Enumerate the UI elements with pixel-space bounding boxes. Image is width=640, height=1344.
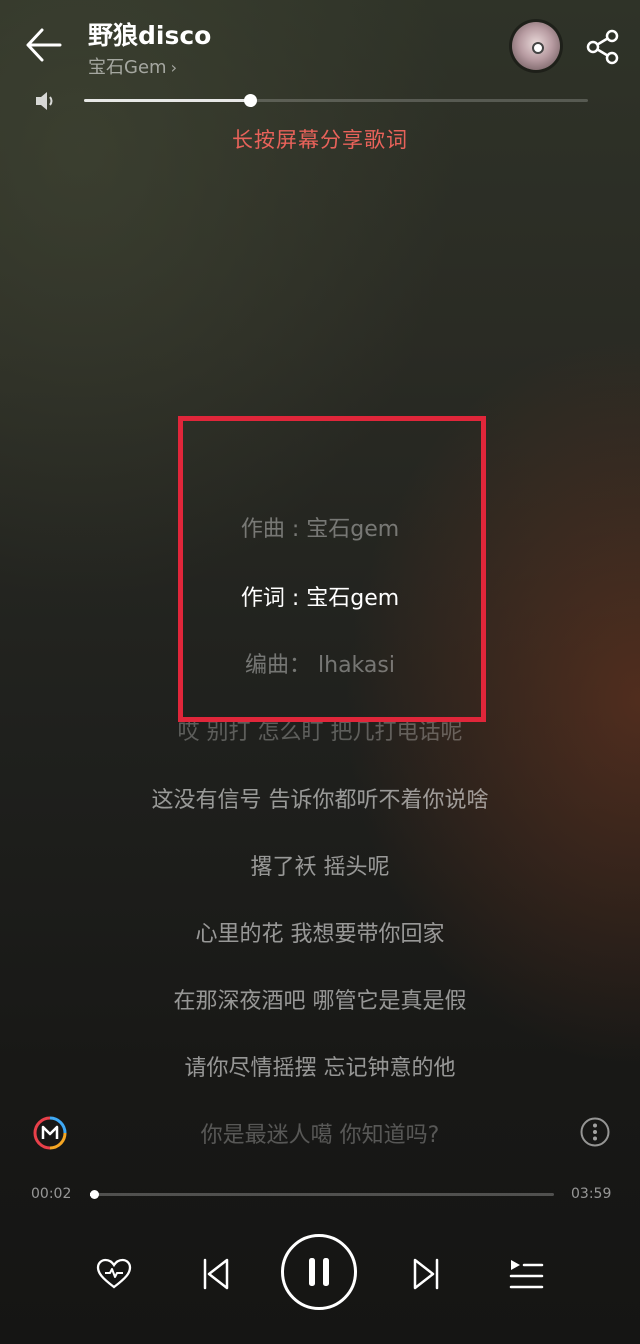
- lyric-line: 心里的花 我想要带你回家: [195, 922, 445, 947]
- back-arrow-icon: [26, 28, 62, 62]
- lyric-line: 撂了袄 摇头呢: [250, 855, 390, 880]
- chevron-right-icon: ›: [170, 58, 177, 77]
- playlist-icon: [509, 1260, 544, 1289]
- album-avatar[interactable]: [512, 22, 560, 70]
- previous-icon: [203, 1258, 229, 1290]
- like-button[interactable]: [94, 1254, 134, 1294]
- volume-slider[interactable]: [84, 94, 588, 107]
- next-icon: [413, 1258, 439, 1290]
- highlight-box: [178, 416, 486, 722]
- progress-bar[interactable]: [89, 1190, 554, 1199]
- m-logo-icon: [33, 1116, 67, 1150]
- share-icon: [586, 29, 619, 65]
- back-button[interactable]: [22, 26, 62, 66]
- volume-button[interactable]: [34, 90, 58, 112]
- share-lyrics-hint: 长按屏幕分享歌词: [232, 128, 408, 152]
- more-button[interactable]: [580, 1117, 610, 1147]
- lyric-line: 这没有信号 告诉你都听不着你说啥: [151, 788, 489, 813]
- song-title: 野狼disco: [88, 21, 212, 50]
- playlist-button[interactable]: [506, 1254, 546, 1294]
- pause-button[interactable]: [281, 1234, 357, 1310]
- next-button[interactable]: [406, 1254, 446, 1294]
- artist-name: 宝石Gem: [88, 57, 167, 78]
- volume-fill: [84, 99, 251, 102]
- lyric-line: 请你尽情摇摆 忘记钟意的他: [184, 1056, 456, 1081]
- share-button[interactable]: [584, 28, 622, 66]
- music-logo-button[interactable]: [32, 1115, 68, 1151]
- lyric-line: 在那深夜酒吧 哪管它是真是假: [173, 989, 467, 1014]
- artist-link[interactable]: 宝石Gem ›: [88, 53, 177, 79]
- previous-button[interactable]: [196, 1254, 236, 1294]
- lyric-line: 你是最迷人噶 你知道吗?: [200, 1123, 440, 1148]
- pause-icon: [309, 1258, 329, 1286]
- speaker-icon: [36, 92, 53, 110]
- more-icon: [580, 1117, 610, 1147]
- progress-knob[interactable]: [89, 1190, 99, 1199]
- heart-icon: [96, 1258, 132, 1289]
- elapsed-time: 00:02: [31, 1186, 72, 1202]
- volume-knob[interactable]: [244, 94, 258, 107]
- total-time: 03:59: [571, 1186, 612, 1202]
